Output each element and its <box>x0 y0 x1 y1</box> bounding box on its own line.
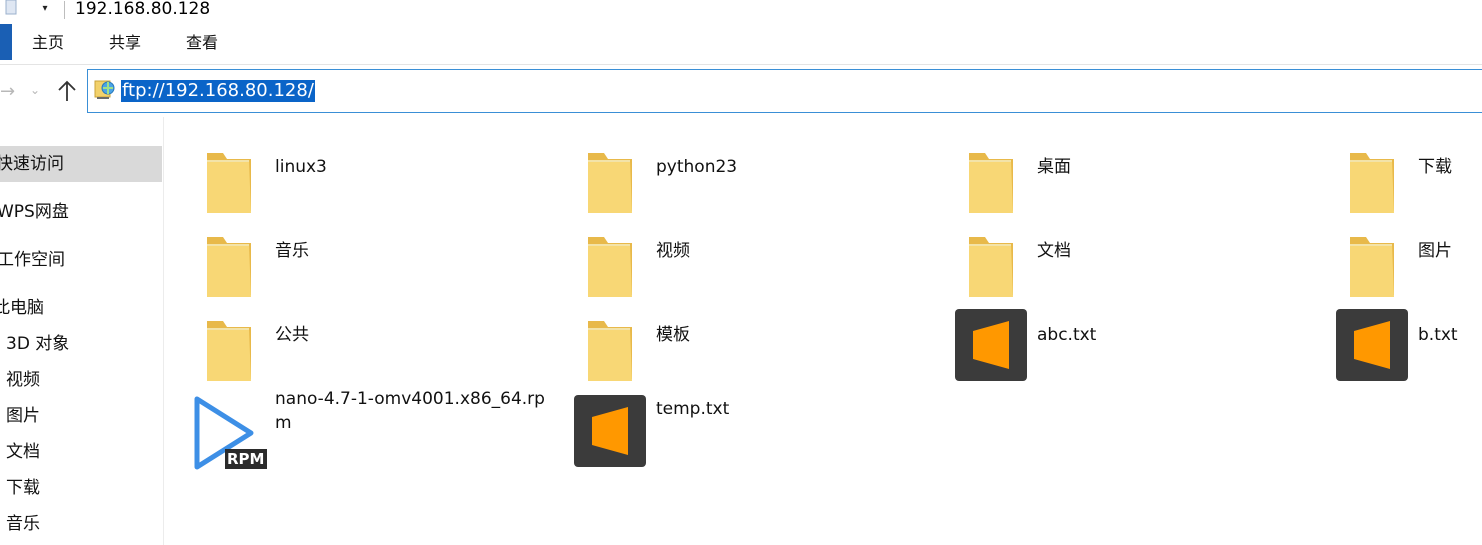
file-item[interactable]: b.txt <box>1308 299 1482 385</box>
file-item[interactable]: python23 <box>546 131 927 217</box>
folder-icon <box>193 225 265 297</box>
folder-icon <box>193 309 265 381</box>
navigation-pane: 快速访问 WPS网盘 工作空间 此电脑 3D 对象 视频 图片 文档 下载 音乐 <box>0 117 164 545</box>
file-name: abc.txt <box>1037 325 1097 345</box>
file-item[interactable]: RPM nano-4.7-1-omv4001.x86_64.rpm <box>165 385 546 471</box>
file-name: temp.txt <box>656 399 730 419</box>
file-name: 桌面 <box>1037 157 1071 177</box>
folder-icon <box>1336 141 1408 213</box>
address-bar[interactable]: ftp://192.168.80.128/ <box>87 69 1482 113</box>
tab-home[interactable]: 主页 <box>32 32 64 54</box>
file-name: nano-4.7-1-omv4001.x86_64.rpm <box>275 389 545 433</box>
sidebar-item-wps-drive[interactable]: WPS网盘 <box>0 201 69 223</box>
sidebar-item-quick-access[interactable]: 快速访问 <box>0 146 162 182</box>
folder-icon <box>574 309 646 381</box>
sublime-text-file-icon <box>574 395 646 467</box>
file-item[interactable]: abc.txt <box>927 299 1308 385</box>
navigation-bar: → ⌄ ftp://192.168.80.128/ <box>0 65 1482 117</box>
sidebar-item-label: 3D 对象 <box>6 334 70 354</box>
folder-icon[interactable] <box>4 0 20 16</box>
file-item[interactable]: 模板 <box>546 299 927 385</box>
sublime-text-file-icon <box>955 309 1027 381</box>
folder-icon <box>574 225 646 297</box>
sidebar-item-3d-objects[interactable]: 3D 对象 <box>6 333 69 355</box>
sidebar-item-label: 图片 <box>6 406 40 426</box>
file-item[interactable]: 图片 <box>1308 215 1482 301</box>
title-bar: ▾ 192.168.80.128 <box>0 0 1482 22</box>
folder-icon <box>955 141 1027 213</box>
file-item[interactable]: 下载 <box>1308 131 1482 217</box>
file-item[interactable]: 公共 <box>165 299 546 385</box>
file-name: 模板 <box>656 325 690 345</box>
file-name: 图片 <box>1418 241 1452 261</box>
ribbon: 主页 共享 查看 <box>0 22 1482 64</box>
sidebar-item-label: 工作空间 <box>0 250 65 270</box>
sidebar-item-pictures[interactable]: 图片 <box>6 405 40 427</box>
folder-icon <box>574 141 646 213</box>
file-item[interactable]: linux3 <box>165 131 546 217</box>
file-item[interactable]: 视频 <box>546 215 927 301</box>
sidebar-item-workspace[interactable]: 工作空间 <box>0 249 65 271</box>
ftp-network-icon <box>94 79 116 101</box>
file-name: 公共 <box>275 325 309 345</box>
file-name: python23 <box>656 157 738 177</box>
title-divider <box>64 1 65 19</box>
folder-icon <box>193 141 265 213</box>
tab-share[interactable]: 共享 <box>109 32 141 54</box>
sidebar-item-label: 快速访问 <box>0 154 64 174</box>
quick-access-dropdown-icon[interactable]: ▾ <box>38 0 52 18</box>
sidebar-item-label: 此电脑 <box>0 298 44 318</box>
folder-icon <box>1336 225 1408 297</box>
sidebar-item-label: WPS网盘 <box>0 202 69 222</box>
tab-view[interactable]: 查看 <box>186 32 218 54</box>
file-item[interactable]: 桌面 <box>927 131 1308 217</box>
sidebar-item-videos[interactable]: 视频 <box>6 369 40 391</box>
sidebar-item-documents[interactable]: 文档 <box>6 441 40 463</box>
sidebar-item-label: 视频 <box>6 370 40 390</box>
file-list: linux3 python23 桌面 下载 音乐 视频 文档 图片 公共 模板 … <box>165 117 1482 545</box>
sidebar-item-label: 下载 <box>6 478 40 498</box>
file-item[interactable]: temp.txt <box>546 385 927 471</box>
recent-locations-chevron-icon[interactable]: ⌄ <box>30 83 40 97</box>
sidebar-item-music[interactable]: 音乐 <box>6 513 40 535</box>
window-title: 192.168.80.128 <box>75 0 211 19</box>
file-name: 下载 <box>1418 157 1452 177</box>
forward-arrow-icon[interactable]: → <box>0 81 15 102</box>
rpm-package-icon: RPM <box>193 395 267 470</box>
rpm-badge-label: RPM <box>227 450 265 468</box>
file-item[interactable]: 文档 <box>927 215 1308 301</box>
address-path[interactable]: ftp://192.168.80.128/ <box>121 80 315 102</box>
sidebar-item-this-pc[interactable]: 此电脑 <box>0 297 44 319</box>
sidebar-item-label: 音乐 <box>6 514 40 534</box>
file-item[interactable]: 音乐 <box>165 215 546 301</box>
file-name: b.txt <box>1418 325 1458 345</box>
sidebar-item-label: 文档 <box>6 442 40 462</box>
sidebar-item-downloads[interactable]: 下载 <box>6 477 40 499</box>
tab-file[interactable] <box>0 24 12 60</box>
file-name: 音乐 <box>275 241 309 261</box>
file-name: 视频 <box>656 241 690 261</box>
folder-icon <box>955 225 1027 297</box>
file-name: linux3 <box>275 157 327 177</box>
file-name: 文档 <box>1037 241 1071 261</box>
sublime-text-file-icon <box>1336 309 1408 381</box>
up-arrow-icon[interactable] <box>56 79 78 103</box>
